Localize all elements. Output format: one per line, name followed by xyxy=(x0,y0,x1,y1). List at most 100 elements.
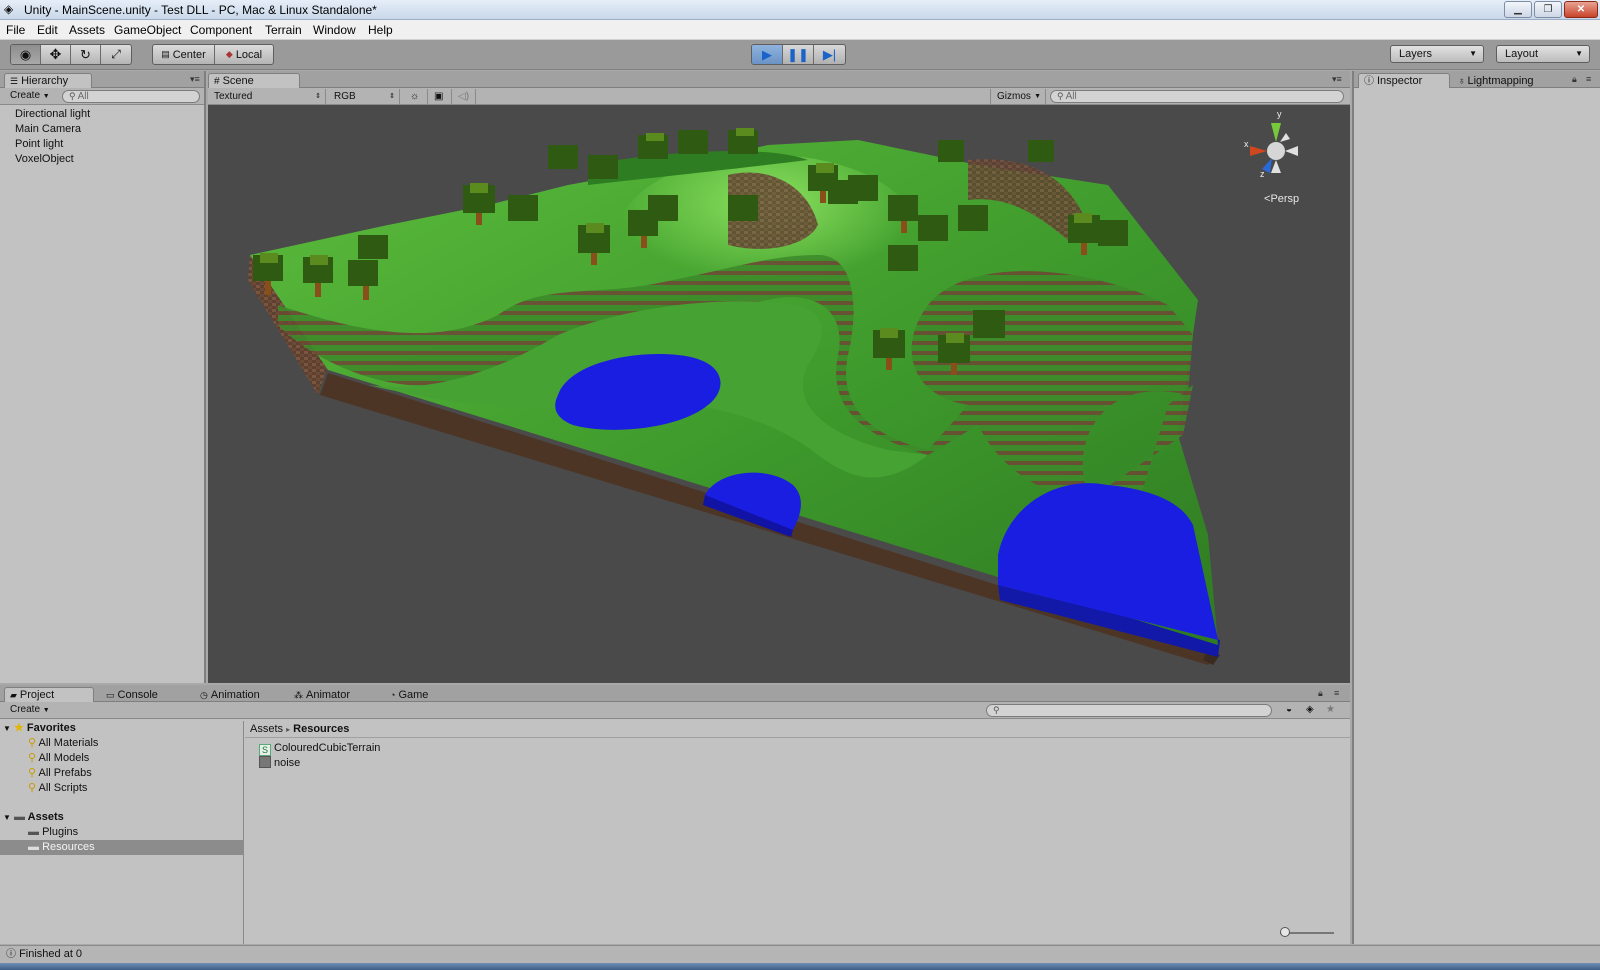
layers-dropdown[interactable]: Layers ▼ xyxy=(1390,45,1484,63)
pause-button[interactable]: ❚❚ xyxy=(783,45,814,64)
saved-search-icon: ⚲ xyxy=(28,752,37,764)
tab-hierarchy[interactable]: ☰ Hierarchy xyxy=(4,73,92,88)
minimize-button[interactable]: ▁ xyxy=(1504,1,1532,18)
panel-menu-icon[interactable]: ≡ xyxy=(1586,74,1591,84)
projection-toggle[interactable]: <Persp xyxy=(1264,193,1299,205)
step-icon: ▶| xyxy=(822,46,837,62)
tree-favorite-all-scripts[interactable]: ⚲ All Scripts xyxy=(0,781,244,796)
filter-label-icon[interactable]: ◈ xyxy=(1306,703,1314,717)
inspector-panel: ⓘ Inspector ♁ Lightmapping 🔒︎ ≡ xyxy=(1352,71,1600,944)
tab-inspector[interactable]: ⓘ Inspector xyxy=(1358,73,1450,88)
tree-assets[interactable]: ▼ ▬ Assets xyxy=(0,810,244,825)
project-tree: ▼ ★ Favorites ⚲ All Materials ⚲ All Mode… xyxy=(0,721,244,944)
panel-menu-icon[interactable]: ▾≡ xyxy=(1332,74,1342,85)
console-icon: ▭ xyxy=(106,690,115,700)
play-button[interactable]: ▶ xyxy=(752,45,783,64)
breadcrumb-resources[interactable]: Resources xyxy=(293,723,349,735)
title-bar: ◈ Unity - MainScene.unity - Test DLL - P… xyxy=(0,0,1600,20)
tree-folder-plugins[interactable]: ▬ Plugins xyxy=(0,825,244,840)
pause-icon: ❚❚ xyxy=(787,46,809,62)
favorite-label: All Materials xyxy=(38,737,99,749)
status-message[interactable]: Finished at 0 xyxy=(19,948,82,960)
hierarchy-subbar: Create ▼ ⚲ All xyxy=(0,88,204,105)
gizmos-dropdown[interactable]: Gizmos ▼ xyxy=(990,89,1046,104)
scene-search-input[interactable]: ⚲ All xyxy=(1050,90,1344,103)
tree-folder-resources[interactable]: ▬ Resources xyxy=(0,840,244,855)
menu-component[interactable]: Component xyxy=(190,23,252,37)
tab-lightmapping[interactable]: ♁ Lightmapping xyxy=(1452,73,1550,88)
hierarchy-item-voxelobject[interactable]: VoxelObject xyxy=(0,152,204,167)
tree-favorite-all-materials[interactable]: ⚲ All Materials xyxy=(0,736,244,751)
lock-icon[interactable]: 🔒︎ xyxy=(1572,74,1577,85)
icon-size-slider-handle[interactable] xyxy=(1280,927,1290,937)
project-file-view: Assets ▸ Resources S ColouredCubicTerrain… xyxy=(245,721,1350,944)
search-icon: ⚲ xyxy=(993,705,1000,715)
triangle-down-icon: ▼ xyxy=(3,724,11,733)
chevron-down-icon: ▼ xyxy=(1575,49,1583,58)
project-create-button[interactable]: Create ▼ xyxy=(10,703,50,717)
menu-gameobject[interactable]: GameObject xyxy=(114,23,181,37)
layout-dropdown[interactable]: Layout ▼ xyxy=(1496,45,1590,63)
menu-window[interactable]: Window xyxy=(313,23,356,37)
scene-lighting-toggle[interactable]: ☼ xyxy=(404,89,428,104)
animator-icon: ⁂ xyxy=(294,690,303,700)
scene-viewport[interactable]: y x z <Persp xyxy=(208,105,1350,683)
lock-icon[interactable]: 🔒︎ xyxy=(1318,688,1323,699)
menu-file[interactable]: File xyxy=(6,23,25,37)
tree-favorite-all-models[interactable]: ⚲ All Models xyxy=(0,751,244,766)
hierarchy-item-main-camera[interactable]: Main Camera xyxy=(0,122,204,137)
close-button[interactable]: ✕ xyxy=(1564,1,1598,18)
project-search-input[interactable]: ⚲ xyxy=(986,704,1272,717)
saved-search-icon: ⚲ xyxy=(28,767,37,779)
local-icon: ◆ xyxy=(225,49,233,59)
scene-audio-toggle[interactable]: ◁) xyxy=(452,89,476,104)
render-mode-dropdown[interactable]: Textured ⇕ xyxy=(208,89,326,104)
asset-noise[interactable]: noise xyxy=(259,756,300,771)
eye-icon: ◉ xyxy=(19,46,32,62)
chevron-down-icon: ▼ xyxy=(42,93,50,100)
hierarchy-search-input[interactable]: ⚲ All xyxy=(62,90,200,103)
hand-tool-button[interactable]: ◉ xyxy=(11,45,41,64)
rotate-tool-button[interactable]: ↻ xyxy=(71,45,101,64)
breadcrumb-assets[interactable]: Assets xyxy=(250,723,283,735)
tab-console[interactable]: ▭ Console xyxy=(100,687,186,702)
tab-animation-label: Animation xyxy=(210,689,260,701)
tab-animator[interactable]: ⁂ Animator xyxy=(288,687,380,702)
tree-favorites[interactable]: ▼ ★ Favorites xyxy=(0,721,244,736)
color-mode-dropdown[interactable]: RGB ⇕ xyxy=(328,89,400,104)
hierarchy-item-directional-light[interactable]: Directional light xyxy=(0,107,204,122)
tab-scene[interactable]: # Scene xyxy=(208,73,300,88)
tab-animation[interactable]: ◷ Animation xyxy=(194,687,284,702)
project-create-label: Create xyxy=(10,704,41,715)
pivot-local-button[interactable]: ◆ Local xyxy=(215,45,273,64)
gizmo-axis-z-label: z xyxy=(1260,169,1265,179)
tab-project[interactable]: ▰ Project xyxy=(4,687,94,702)
panel-menu-icon[interactable]: ▾≡ xyxy=(190,74,200,85)
clock-icon: ◷ xyxy=(200,690,208,700)
tab-game[interactable]: ◔ Game xyxy=(384,687,464,702)
filter-type-icon[interactable]: ◒ xyxy=(1286,703,1292,717)
chevron-updown-icon: ⇕ xyxy=(315,93,321,100)
asset-coloured-cubic-terrain[interactable]: S ColouredCubicTerrain xyxy=(259,741,380,756)
star-icon[interactable]: ★ xyxy=(1326,703,1335,717)
step-button[interactable]: ▶| xyxy=(814,45,845,64)
menu-terrain[interactable]: Terrain xyxy=(265,23,302,37)
inspector-tabstrip: ⓘ Inspector ♁ Lightmapping 🔒︎ ≡ xyxy=(1354,71,1600,88)
menu-edit[interactable]: Edit xyxy=(37,23,58,37)
folder-icon: ▬ xyxy=(13,811,25,823)
scene-fx-toggle[interactable]: ▣ xyxy=(428,89,452,104)
tree-favorite-all-prefabs[interactable]: ⚲ All Prefabs xyxy=(0,766,244,781)
scene-subbar: Textured ⇕ RGB ⇕ ☼ ▣ ◁) Gizmos ▼ ⚲ All xyxy=(208,88,1350,105)
hierarchy-item-point-light[interactable]: Point light xyxy=(0,137,204,152)
pivot-center-button[interactable]: ▤ Center xyxy=(153,45,215,64)
scale-tool-button[interactable]: ⤢ xyxy=(101,45,131,64)
hierarchy-create-button[interactable]: Create ▼ xyxy=(10,89,50,103)
move-tool-button[interactable]: ✥ xyxy=(41,45,71,64)
chevron-down-icon: ▼ xyxy=(1469,49,1477,58)
menu-help[interactable]: Help xyxy=(368,23,393,37)
transform-tools: ◉ ✥ ↻ ⤢ xyxy=(10,44,132,65)
menu-assets[interactable]: Assets xyxy=(69,23,105,37)
maximize-button[interactable]: ❐ xyxy=(1534,1,1562,18)
scene-orientation-gizmo[interactable] xyxy=(1250,123,1298,173)
panel-menu-icon[interactable]: ≡ xyxy=(1334,688,1339,698)
